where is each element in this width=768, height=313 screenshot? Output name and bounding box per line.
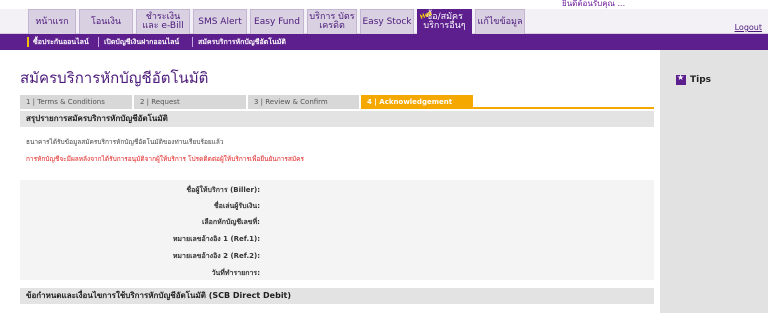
detail-row: หมายเลขอ้างอิง 1 (Ref.1): — [20, 231, 654, 247]
tab-label: Easy Fund — [254, 16, 300, 27]
step-review: 3 | Review & Confirm — [248, 95, 359, 109]
sidebar: Tips — [660, 50, 768, 313]
tab-easy-fund[interactable]: Easy Fund — [250, 9, 304, 34]
detail-label: ชื่อเล่นผู้รับเงิน: — [213, 202, 260, 210]
tab-label: Easy Stock — [362, 16, 412, 27]
tips-label: Tips — [690, 75, 712, 85]
warning-message: การหักบัญชีจะมีผลหลังจากได้รับการอนุมัติ… — [26, 155, 304, 163]
detail-row: ชื่อผู้ให้บริการ (Biller): — [20, 182, 654, 198]
subnav-divider — [192, 37, 193, 47]
page-title: สมัครบริการหักบัญชีอัตโนมัติ — [20, 69, 209, 87]
tips-heading: Tips — [676, 73, 712, 85]
tab-label: ชำระเงิน และ e-Bill — [142, 12, 184, 31]
subnav-item-direct-debit[interactable]: สมัครบริการหักบัญชีอัตโนมัติ — [198, 34, 286, 50]
tab-home[interactable]: หน้าแรก — [28, 9, 76, 34]
step-terms: 1 | Terms & Conditions — [20, 95, 132, 109]
logout-link[interactable]: Logout — [735, 23, 762, 32]
detail-label: หมายเลขอ้างอิง 1 (Ref.1): — [172, 235, 260, 243]
terms-header: ข้อกำหนดและเงื่อนไขการใช้บริการหักบัญชีอ… — [20, 288, 654, 304]
detail-panel: ชื่อผู้ให้บริการ (Biller): ชื่อเล่นผู้รั… — [20, 180, 654, 280]
detail-label: หมายเลขอ้างอิง 2 (Ref.2): — [172, 252, 260, 260]
main-content: สมัครบริการหักบัญชีอัตโนมัติ 1 | Terms &… — [0, 50, 660, 313]
detail-label: เลือกหักบัญชีเลขที่: — [201, 218, 260, 226]
detail-row: ชื่อเล่นผู้รับเงิน: — [20, 198, 654, 214]
tab-credit-card[interactable]: บริการ บัตรเครดิต — [307, 9, 357, 34]
tab-label: โอนเงิน — [90, 16, 121, 27]
tab-transfer[interactable]: โอนเงิน — [79, 9, 133, 34]
progress-steps: 1 | Terms & Conditions 2 | Request 3 | R… — [20, 95, 654, 109]
tab-label: หน้าแรก — [35, 16, 69, 27]
step-request: 2 | Request — [134, 95, 246, 109]
success-message: ธนาคารได้รับข้อมูลสมัครบริการหักบัญชีอัต… — [26, 138, 224, 146]
tab-edit-profile[interactable]: แก้ไขข้อมูล — [475, 9, 525, 34]
detail-row: เลือกหักบัญชีเลขที่: — [20, 214, 654, 230]
star-icon — [676, 73, 686, 85]
summary-header: สรุปรายการสมัครบริการหักบัญชีอัตโนมัติ — [20, 111, 654, 127]
detail-row: วันที่ทำรายการ: — [20, 265, 654, 281]
detail-row: หมายเลขอ้างอิง 2 (Ref.2): — [20, 248, 654, 264]
subnav-item-insurance[interactable]: ซื้อประกันออนไลน์ — [33, 34, 89, 50]
subnav-item-open-account[interactable]: เปิดบัญชีเงินฝากออนไลน์ — [104, 34, 179, 50]
tab-label: SMS Alert — [198, 16, 242, 27]
subnav-divider — [98, 37, 99, 47]
sub-nav: ซื้อประกันออนไลน์ เปิดบัญชีเงินฝากออนไลน… — [0, 34, 768, 50]
tab-other-services[interactable]: Hot ซื้อ/สมัคร บริการอื่นๆ — [417, 9, 472, 34]
tab-easy-stock[interactable]: Easy Stock — [360, 9, 414, 34]
main-nav: หน้าแรก โอนเงิน ชำระเงิน และ e-Bill SMS … — [0, 9, 768, 34]
steps-underline — [473, 95, 654, 109]
detail-label: วันที่ทำรายการ: — [211, 269, 260, 277]
top-strip: ยินดีต้อนรับคุณ ... — [0, 0, 768, 9]
tab-sms-alert[interactable]: SMS Alert — [193, 9, 247, 34]
tab-payment[interactable]: ชำระเงิน และ e-Bill — [136, 9, 190, 34]
tab-label: แก้ไขข้อมูล — [477, 16, 523, 27]
step-acknowledgement: 4 | Acknowledgement — [361, 95, 473, 109]
tab-label: บริการ บัตรเครดิต — [309, 12, 355, 31]
detail-label: ชื่อผู้ให้บริการ (Biller): — [186, 186, 260, 194]
subnav-marker — [27, 37, 29, 47]
